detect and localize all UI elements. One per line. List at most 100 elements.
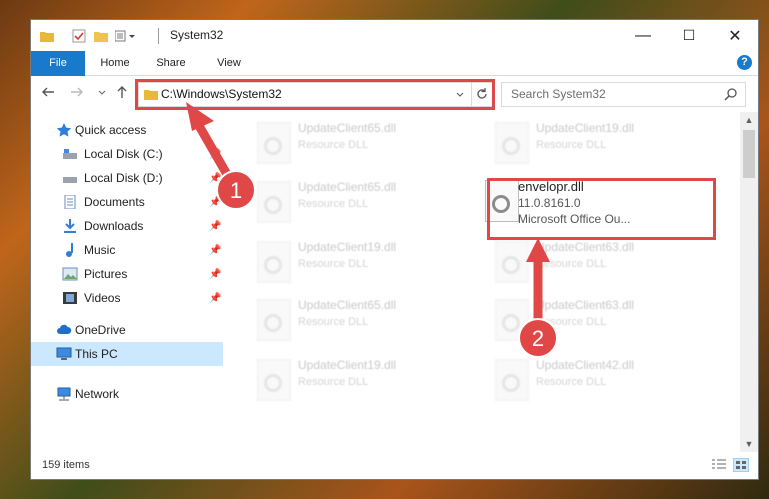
explorer-window: System32 — ☐ ✕ File Home Share View ? C:… [31,20,758,479]
pin-icon[interactable]: 📌 [209,149,221,160]
file-name: UpdateClient63.dll [536,298,635,312]
nav-network[interactable]: Network [31,382,223,406]
forward-button[interactable] [68,85,86,103]
nav-this-pc[interactable]: This PC [31,342,223,366]
file-item[interactable]: UpdateClient19.dll Resource DLL [247,355,477,410]
scroll-down-icon[interactable]: ▼ [740,436,758,452]
nav-music[interactable]: Music 📌 [31,238,223,262]
file-type: Resource DLL [298,139,369,151]
computer-icon [56,347,72,360]
title-separator [158,28,159,44]
file-highlight-box [487,178,716,240]
pin-icon[interactable]: 📌 [209,197,221,208]
nav-pictures[interactable]: Pictures 📌 [31,262,223,286]
vertical-scrollbar[interactable]: ▲ ▼ [740,112,758,452]
search-box[interactable]: Search System32 [501,82,746,107]
nav-quick-access[interactable]: Quick access [31,118,223,142]
music-icon [66,243,73,257]
nav-label: Videos [84,291,121,305]
nav-label: Music [84,243,116,257]
dll-file-icon [257,181,291,223]
network-icon [57,387,71,401]
file-item[interactable]: UpdateClient63.dll Resource DLL [485,295,715,350]
file-item[interactable]: UpdateClient19.dll Resource DLL [247,237,477,292]
arrow-left-icon [42,87,54,97]
address-highlight-box [135,79,495,110]
file-type: Resource DLL [536,316,607,328]
help-icon[interactable]: ? [737,55,752,70]
dll-file-icon [257,241,291,283]
nav-local-disk-d[interactable]: Local Disk (D:) 📌 [31,166,223,190]
drive-icon [63,149,77,159]
nav-onedrive[interactable]: OneDrive [31,318,223,342]
back-button[interactable] [39,85,57,103]
nav-downloads[interactable]: Downloads 📌 [31,214,223,238]
ribbon-tabs: File Home Share View ? [31,51,758,106]
nav-local-disk-c[interactable]: Local Disk (C:) 📌 [31,142,223,166]
nav-label: Downloads [84,219,144,233]
dll-file-icon [257,122,291,164]
file-item[interactable]: UpdateClient19.dll Resource DLL [485,118,715,173]
nav-label: OneDrive [75,323,126,337]
maximize-button[interactable]: ☐ [666,20,712,51]
cloud-icon [57,324,72,334]
search-icon[interactable] [724,87,738,101]
dll-file-icon [495,241,529,283]
nav-label: Local Disk (C:) [84,147,163,161]
file-item[interactable]: UpdateClient65.dll Resource DLL [247,295,477,350]
recent-locations-button[interactable] [93,85,111,103]
tab-share[interactable]: Share [149,51,193,75]
document-icon [64,195,76,209]
new-folder-icon[interactable] [94,27,108,45]
status-bar: 159 items [31,452,758,479]
file-list: UpdateClient65.dll Resource DLL UpdateCl… [227,112,740,452]
scroll-up-icon[interactable]: ▲ [740,112,758,128]
pin-icon[interactable]: 📌 [209,269,221,280]
item-count: 159 items [42,459,90,471]
nav-label: Network [75,387,120,401]
pin-icon[interactable]: 📌 [209,173,221,184]
file-item[interactable]: UpdateClient65.dll Resource DLL [247,118,477,173]
nav-videos[interactable]: Videos 📌 [31,286,223,310]
file-name: UpdateClient19.dll [298,358,397,372]
download-icon [64,219,76,233]
tab-home[interactable]: Home [93,51,137,75]
file-name: UpdateClient65.dll [298,121,397,135]
title-bar: System32 — ☐ ✕ [31,20,758,51]
dll-file-icon [257,359,291,401]
pin-icon[interactable]: 📌 [209,245,221,256]
dll-file-icon [495,299,529,341]
file-name: UpdateClient65.dll [298,180,397,194]
nav-label: Pictures [84,267,128,281]
minimize-button[interactable]: — [620,20,666,51]
chevron-down-icon [98,90,106,95]
file-item[interactable]: UpdateClient65.dll Resource DLL [247,177,477,232]
file-type: Resource DLL [536,139,607,151]
drive-icon [63,177,77,183]
properties-icon[interactable] [72,27,86,45]
details-view-icon[interactable] [711,458,727,472]
file-item[interactable]: UpdateClient63.dll Resource DLL [485,237,715,292]
file-item[interactable]: UpdateClient42.dll Resource DLL [485,355,715,410]
file-type: Resource DLL [298,198,369,210]
scroll-thumb[interactable] [743,130,755,178]
nav-label: Quick access [75,123,147,137]
file-name: UpdateClient42.dll [536,358,635,372]
search-placeholder: Search System32 [511,87,606,101]
address-row: C:\Windows\System32 Search System32 [31,76,758,112]
folder-icon[interactable] [40,27,54,45]
nav-documents[interactable]: Documents 📌 [31,190,223,214]
window-title: System32 [170,28,224,42]
arrow-right-icon [71,87,83,97]
dll-file-icon [257,299,291,341]
tab-view[interactable]: View [207,51,251,75]
customize-toolbar-icon[interactable] [115,27,137,45]
pin-icon[interactable]: 📌 [209,293,221,304]
file-type: Resource DLL [298,316,369,328]
dll-file-icon [495,122,529,164]
pin-icon[interactable]: 📌 [209,221,221,232]
large-icons-view-icon[interactable] [733,458,749,472]
video-icon [63,292,77,304]
up-button[interactable] [113,85,131,103]
close-button[interactable]: ✕ [712,20,758,51]
